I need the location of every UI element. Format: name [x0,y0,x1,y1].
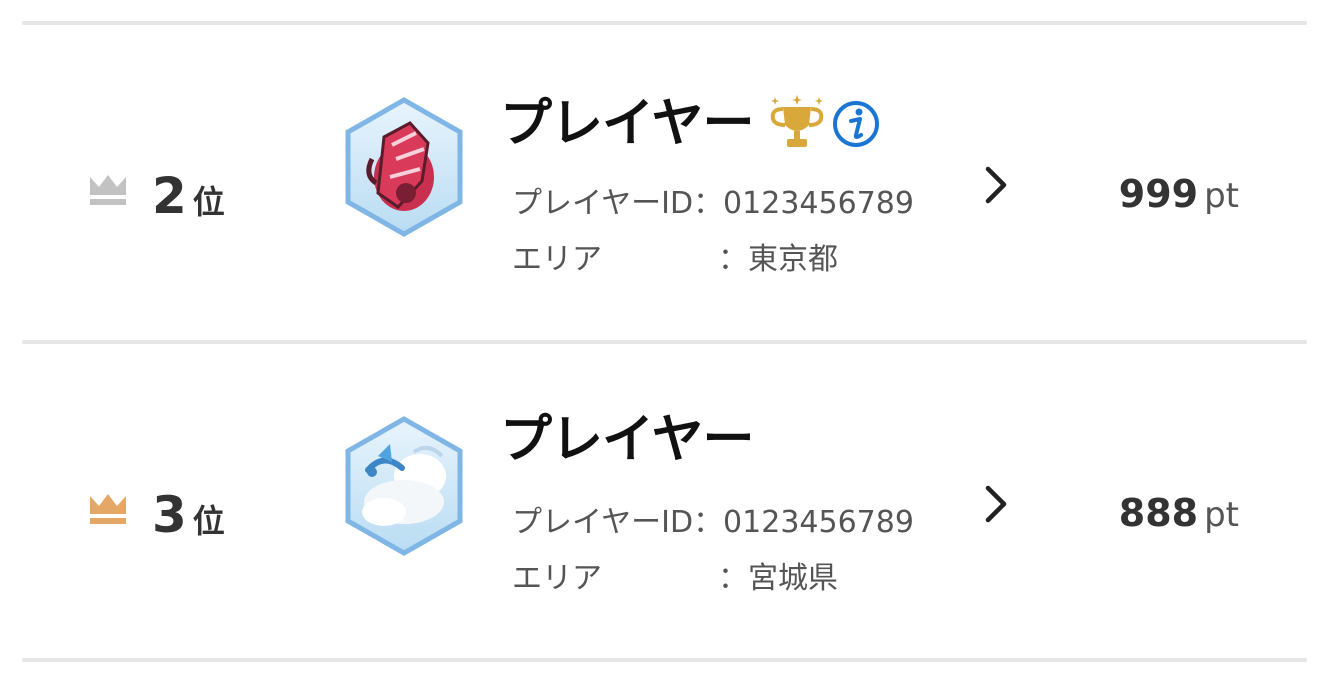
player-name: プレイヤー [500,410,754,470]
chevron-right-icon[interactable] [982,165,1010,205]
ranking-row[interactable]: 3 位 プレイヤー プレイヤーID ：0123456789 エリア ：宮城県 8… [0,344,1325,660]
player-name-line: プレイヤー [500,410,754,470]
rank-label: 3 位 [152,490,225,540]
player-id-value: ：0123456789 [693,505,914,540]
rank-suffix: 位 [192,502,225,540]
area-value: ：東京都 [718,242,838,277]
rank-label: 2 位 [152,171,225,221]
bronze-crown-icon [90,494,126,524]
player-name-line: プレイヤー [500,95,881,153]
rank-suffix: 位 [192,183,225,221]
area-value: ：宮城県 [718,561,838,596]
area-line: エリア ：宮城県 [512,564,838,594]
player-id-line: プレイヤーID ：0123456789 [512,189,914,219]
points-value: 888 [1118,491,1199,535]
area-label: エリア [512,242,602,277]
area-line: エリア ：東京都 [512,245,838,275]
points-display: 888 pt [1119,494,1239,532]
silver-crown-icon [90,175,126,205]
points-display: 999 pt [1119,175,1239,213]
points-unit: pt [1204,176,1239,216]
player-name: プレイヤー [500,94,754,154]
rank-number: 2 [152,167,187,225]
ranking-row[interactable]: 2 位 プレイヤー プレイヤーID ：0123456789 エリア ：東京都 9… [0,25,1325,341]
gold-trophy-icon [771,95,824,147]
chevron-right-icon[interactable] [982,484,1010,524]
pokemon-avatar-red-icon [345,97,463,237]
points-value: 999 [1118,172,1199,216]
pokemon-avatar-white-bird-icon [345,416,463,556]
points-unit: pt [1204,495,1239,535]
player-id-line: プレイヤーID ：0123456789 [512,508,914,538]
info-icon[interactable] [831,99,881,149]
player-id-label: プレイヤーID [512,186,694,221]
area-label: エリア [512,561,602,596]
player-id-value: ：0123456789 [693,186,914,221]
player-id-label: プレイヤーID [512,505,694,540]
rank-number: 3 [152,486,187,544]
